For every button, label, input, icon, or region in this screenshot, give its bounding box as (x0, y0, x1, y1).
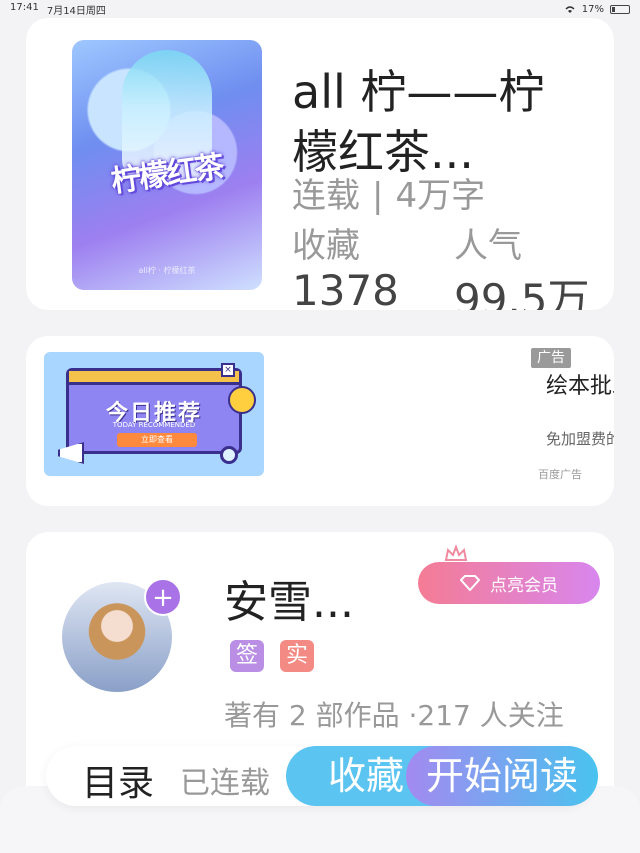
ad-card[interactable]: × 今日推荐 TODAY RECOMMENDED 立即查看 广告 绘本批发 免加… (26, 336, 614, 506)
diamond-icon (460, 575, 480, 591)
vip-button-label: 点亮会员 (490, 575, 558, 596)
battery-icon (610, 4, 630, 14)
toc-button[interactable]: 目录 (82, 754, 154, 806)
status-time: 17:41 (10, 1, 39, 13)
magnifier-icon (220, 446, 238, 464)
ad-description: 免加盟费的绘 (546, 430, 614, 448)
planet-icon (228, 386, 256, 414)
book-status-row: 连载 | 4万字 (292, 168, 485, 217)
ad-window-close-icon: × (221, 363, 235, 377)
book-cover[interactable]: 柠檬红茶 all柠 · 柠檬红茶 (72, 40, 262, 290)
favorites-count: 1378 (292, 266, 399, 310)
verified-badge: 实 (280, 640, 314, 672)
signed-badge: 签 (230, 640, 264, 672)
ad-tag: 广告 (531, 348, 571, 368)
author-name[interactable]: 安雪... (224, 566, 354, 630)
vip-button[interactable]: 点亮会员 (418, 562, 600, 604)
ad-title: 绘本批发 (546, 374, 614, 399)
favorites-label: 收藏 (292, 226, 360, 266)
status-bar: 17:41 7月14日周四 17% (0, 0, 640, 18)
word-count: 4万字 (395, 176, 486, 216)
battery-percent: 17% (581, 3, 604, 15)
popularity-count: 99.5万 (454, 275, 590, 310)
ad-banner-button: 立即查看 (117, 433, 197, 447)
popularity-label: 人气 (454, 226, 522, 266)
status-separator: | (372, 176, 384, 216)
ad-window-graphic: × 今日推荐 TODAY RECOMMENDED 立即查看 (66, 363, 242, 454)
author-stats: 著有 2 部作品 ·217 人关注 (224, 699, 564, 732)
follow-button[interactable]: + (144, 578, 182, 616)
action-bar: 目录 已连载 收藏 开始阅读 (46, 746, 598, 806)
start-reading-button[interactable]: 开始阅读 (406, 746, 598, 806)
ad-source: 百度广告 (538, 468, 582, 481)
wifi-icon (565, 6, 575, 13)
crown-icon (444, 544, 468, 561)
serial-status-text: 连载 (292, 176, 360, 216)
ad-banner-image[interactable]: × 今日推荐 TODAY RECOMMENDED 立即查看 (44, 352, 264, 476)
ad-banner-sub: TODAY RECOMMENDED (112, 421, 196, 429)
serial-status-label: 已连载 (180, 766, 270, 801)
book-title: all 柠——柠檬红茶... (292, 65, 545, 179)
cover-subtitle: all柠 · 柠檬红茶 (138, 266, 196, 275)
status-date: 7月14日周四 (46, 5, 106, 17)
book-info-card: 柠檬红茶 all柠 · 柠檬红茶 all 柠——柠檬红茶... 连载 | 4万字 收… (26, 18, 614, 310)
